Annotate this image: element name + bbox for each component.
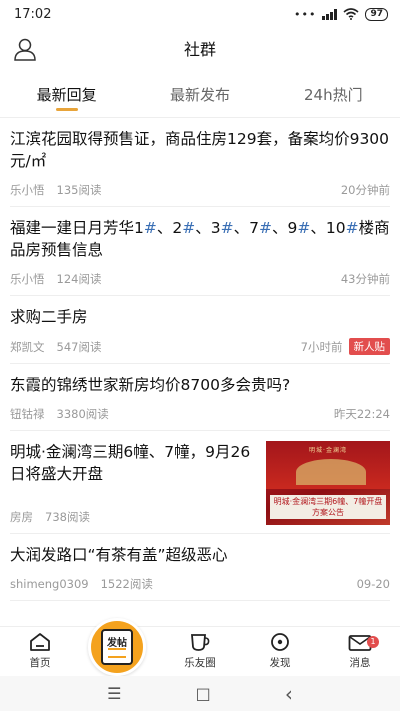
hashtag-mark: # — [259, 219, 272, 237]
post-views: 124阅读 — [56, 272, 102, 286]
home-square-icon[interactable]: □ — [196, 684, 211, 703]
nav-friends[interactable]: 乐友圈 — [160, 627, 240, 676]
new-user-badge: 新人贴 — [348, 338, 390, 355]
tab-24h-hot[interactable]: 24h热门 — [267, 72, 400, 117]
nav-home-label: 首页 — [29, 657, 51, 669]
title-text: 、10 — [310, 219, 346, 237]
post-author: 钮钴禄 — [10, 407, 45, 421]
list-item[interactable]: 福建一建日月芳华1#、2#、3#、7#、9#、10#楼商品房预售信息 乐小悟 1… — [10, 207, 390, 296]
home-icon — [30, 633, 50, 651]
thumbnail-caption: 明城·金澜湾三期6幢、7幢开盘方案公告 — [270, 495, 386, 519]
thumbnail-illustration — [296, 459, 366, 485]
wifi-icon — [343, 8, 359, 20]
card-lines — [108, 648, 126, 658]
title-text: 、9 — [272, 219, 298, 237]
title-text: 、7 — [233, 219, 259, 237]
post-title: 江滨花园取得预售证，商品住房129套，备案均价9300元/㎡ — [10, 130, 390, 170]
nav-home[interactable]: 首页 — [0, 627, 80, 676]
nav-discover-label: 发现 — [269, 657, 291, 669]
create-post-button[interactable]: 发帖 — [88, 618, 146, 676]
menu-icon[interactable]: ☰ — [107, 684, 121, 703]
post-time: 20分钟前 — [340, 183, 390, 197]
list-item[interactable]: 求购二手房 郑凯文 547阅读 7小时前 新人贴 — [10, 296, 390, 364]
title-text: 、2 — [156, 219, 183, 237]
status-icons: ••• 97 — [294, 7, 388, 21]
list-item[interactable]: 大润发路口“有茶有盖”超级恶心 shimeng0309 1522阅读 09-20 — [10, 534, 390, 601]
post-title: 求购二手房 — [10, 308, 88, 326]
post-title: 东霞的锦绣世家新房均价8700多会贵吗? — [10, 376, 291, 394]
hashtag-mark: # — [220, 219, 234, 237]
status-bar: 17:02 ••• 97 — [0, 0, 400, 28]
list-item[interactable]: 明城·金澜湾三期6幢、7幢，9月26日将盛大开盘 房房 738阅读 明城·金澜湾… — [10, 431, 390, 534]
post-card-icon: 发帖 — [101, 629, 133, 665]
post-author: 房房 — [10, 510, 33, 524]
hashtag-mark: # — [182, 219, 196, 237]
notification-dots-icon: ••• — [294, 7, 317, 21]
title-text: 、3 — [195, 219, 221, 237]
nav-discover[interactable]: 发现 — [240, 627, 320, 676]
person-icon[interactable] — [12, 36, 38, 62]
status-time: 17:02 — [14, 6, 52, 22]
thumbnail-logo: 明城·金澜湾 — [309, 447, 347, 454]
battery-icon: 97 — [365, 7, 388, 21]
back-icon[interactable]: ‹ — [285, 682, 293, 706]
post-author: 乐小悟 — [10, 272, 45, 286]
post-views: 1522阅读 — [100, 577, 153, 591]
app-header: 社群 — [0, 28, 400, 68]
post-meta: 房房 738阅读 — [10, 509, 256, 525]
list-item[interactable]: 东霞的锦绣世家新房均价8700多会贵吗? 钮钴禄 3380阅读 昨天22:24 — [10, 364, 390, 431]
post-views: 3380阅读 — [56, 407, 109, 421]
post-text-column: 明城·金澜湾三期6幢、7幢，9月26日将盛大开盘 房房 738阅读 — [10, 441, 256, 525]
compass-icon — [271, 633, 289, 651]
post-time: 7小时前 — [300, 339, 343, 354]
hashtag-mark: # — [297, 219, 311, 237]
post-author: 乐小悟 — [10, 183, 45, 197]
tab-latest-replies[interactable]: 最新回复 — [0, 72, 133, 117]
post-meta: 郑凯文 547阅读 7小时前 新人贴 — [10, 338, 390, 355]
post-title: 明城·金澜湾三期6幢、7幢，9月26日将盛大开盘 — [10, 443, 251, 483]
list-item[interactable]: 江滨花园取得预售证，商品住房129套，备案均价9300元/㎡ 乐小悟 135阅读… — [10, 118, 390, 207]
message-count-badge: 1 — [367, 636, 379, 648]
page-title: 社群 — [183, 40, 216, 59]
tab-bar: 最新回复 最新发布 24h热门 — [0, 72, 400, 118]
cup-icon — [191, 634, 210, 651]
post-thumbnail[interactable]: 明城·金澜湾 明城·金澜湾三期6幢、7幢开盘方案公告 — [266, 441, 390, 525]
post-time: 09-20 — [356, 577, 390, 591]
hashtag-mark: # — [345, 219, 359, 237]
title-text: 福建一建日月芳华1 — [10, 219, 144, 237]
nav-messages-label: 消息 — [349, 657, 371, 669]
post-author: 郑凯文 — [10, 339, 45, 354]
post-meta: 乐小悟 135阅读 20分钟前 — [10, 182, 390, 198]
post-time: 昨天22:24 — [333, 407, 390, 421]
post-author: shimeng0309 — [10, 577, 89, 591]
tab-latest-posts[interactable]: 最新发布 — [133, 72, 266, 117]
system-nav-bar: ☰ □ ‹ — [0, 676, 400, 711]
create-post-label: 发帖 — [107, 638, 127, 649]
post-views: 738阅读 — [45, 510, 90, 524]
signal-icon — [322, 8, 338, 20]
post-title: 福建一建日月芳华1#、2#、3#、7#、9#、10#楼商品房预售信息 — [10, 217, 390, 261]
post-title: 大润发路口“有茶有盖”超级恶心 — [10, 546, 228, 564]
post-views: 547阅读 — [56, 339, 102, 354]
hashtag-mark: # — [143, 219, 157, 237]
post-time: 43分钟前 — [340, 272, 390, 286]
post-meta: 乐小悟 124阅读 43分钟前 — [10, 271, 390, 287]
nav-messages[interactable]: 1 消息 — [320, 627, 400, 676]
nav-friends-label: 乐友圈 — [184, 657, 216, 669]
post-meta: shimeng0309 1522阅读 09-20 — [10, 576, 390, 592]
post-meta: 钮钴禄 3380阅读 昨天22:24 — [10, 406, 390, 422]
bottom-nav: 首页 乐友圈 发现 1 消息 — [0, 626, 400, 676]
post-views: 135阅读 — [56, 183, 102, 197]
post-list: 江滨花园取得预售证，商品住房129套，备案均价9300元/㎡ 乐小悟 135阅读… — [0, 118, 400, 626]
